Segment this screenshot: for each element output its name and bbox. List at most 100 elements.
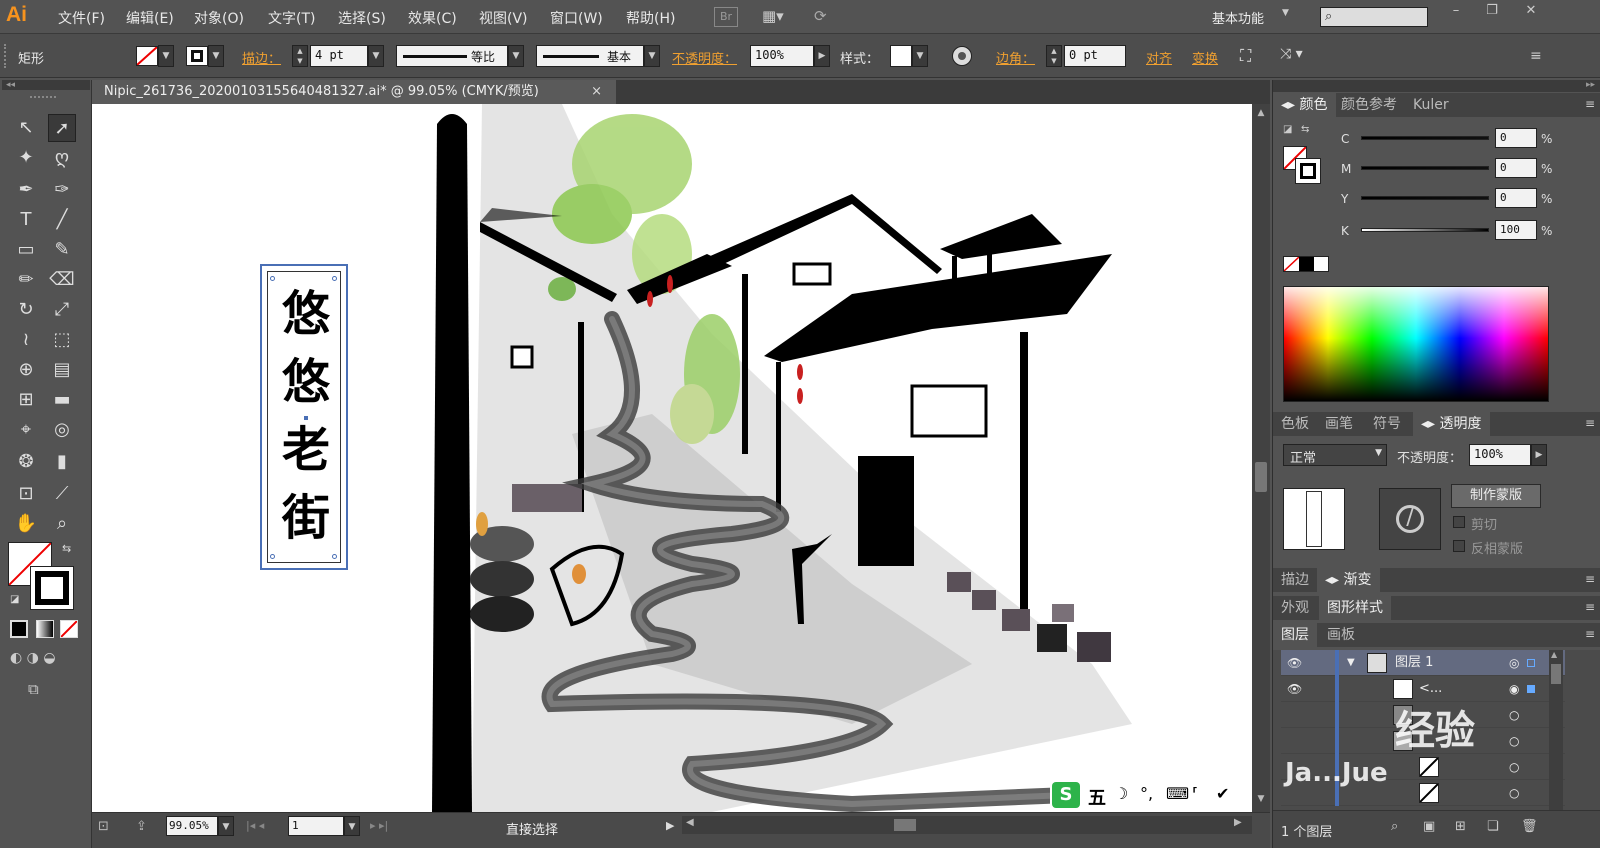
stroke-dropdown[interactable]: ▼ bbox=[208, 45, 224, 67]
appearance-menu-icon[interactable]: ≡ bbox=[1585, 600, 1595, 614]
help-search-input[interactable]: ⌕ bbox=[1320, 7, 1428, 27]
layer-row[interactable]: ○ bbox=[1281, 780, 1565, 806]
ime-keyboard-icon[interactable]: ⌨ bbox=[1166, 784, 1189, 803]
tab-brushes[interactable]: 画笔 bbox=[1317, 412, 1361, 436]
channel-m-slider[interactable] bbox=[1361, 166, 1489, 170]
layers-menu-icon[interactable]: ≡ bbox=[1585, 627, 1595, 641]
transparency-opacity-dropdown[interactable]: ▶ bbox=[1531, 444, 1547, 466]
status-menu-icon[interactable]: ▶ bbox=[666, 819, 674, 832]
layer-name[interactable]: 图层 1 bbox=[1395, 650, 1433, 676]
stroke-indicator[interactable] bbox=[30, 566, 74, 610]
horizontal-scrollbar[interactable]: ◀ ▶ bbox=[682, 816, 1252, 834]
screen-mode-icon[interactable]: ⧉ bbox=[28, 680, 56, 700]
stroke-weight-field[interactable]: 4 pt bbox=[310, 45, 368, 67]
clipping-mask-icon[interactable]: ▣ bbox=[1423, 819, 1435, 834]
menu-effect[interactable]: 效果(C) bbox=[408, 8, 457, 28]
opacity-label[interactable]: 不透明度： bbox=[672, 48, 737, 67]
channel-y-slider[interactable] bbox=[1361, 196, 1489, 200]
fill-dropdown[interactable]: ▼ bbox=[158, 45, 174, 67]
selection-indicator[interactable] bbox=[1527, 685, 1535, 693]
close-tab-icon[interactable]: × bbox=[591, 80, 602, 104]
selected-title-frame[interactable]: 悠 悠 老 街 bbox=[260, 264, 348, 570]
stroke-weight-dropdown[interactable]: ▼ bbox=[368, 45, 384, 67]
close-window-button[interactable]: ✕ bbox=[1514, 3, 1548, 23]
opacity-field[interactable]: 100% bbox=[750, 45, 814, 67]
blend-mode-select[interactable]: 正常 ▼ bbox=[1283, 444, 1387, 466]
color-stroke-swatch[interactable] bbox=[1295, 158, 1321, 184]
default-colors-icon[interactable]: ◪ bbox=[1283, 124, 1297, 138]
minimize-button[interactable]: – bbox=[1442, 3, 1470, 23]
arrange-documents-icon[interactable]: ▦▾ bbox=[762, 7, 796, 27]
eye-icon[interactable]: 👁 bbox=[1287, 650, 1302, 676]
mesh-tool-icon[interactable]: ⊞ bbox=[12, 386, 40, 414]
tab-layers[interactable]: 图层 bbox=[1273, 623, 1317, 647]
brush-dropdown[interactable]: ▼ bbox=[644, 45, 660, 67]
ime-punct-icon[interactable]: °, bbox=[1140, 784, 1153, 803]
color-mode-button[interactable] bbox=[10, 620, 28, 638]
tools-grip[interactable] bbox=[30, 96, 56, 100]
corner-stepper[interactable]: ▲ ▼ bbox=[1046, 45, 1062, 67]
fill-swatch[interactable] bbox=[136, 46, 158, 66]
layer-name[interactable]: <... bbox=[1419, 676, 1442, 702]
artboard-tool-icon[interactable]: ⊡ bbox=[12, 480, 40, 508]
menu-help[interactable]: 帮助(H) bbox=[626, 8, 675, 28]
bridge-button[interactable]: Br bbox=[714, 7, 738, 27]
menu-edit[interactable]: 编辑(E) bbox=[126, 8, 174, 28]
gpu-icon[interactable]: ⊡ bbox=[98, 819, 128, 837]
workspace-dropdown-icon[interactable]: ▼ bbox=[1282, 8, 1289, 18]
target-icon[interactable]: ◎ bbox=[1509, 650, 1519, 676]
layer-row[interactable]: ○ bbox=[1281, 702, 1565, 728]
layer-row[interactable]: ○ bbox=[1281, 728, 1565, 754]
zoom-dropdown[interactable]: ▼ bbox=[218, 816, 234, 836]
h-scroll-thumb[interactable] bbox=[894, 819, 916, 831]
zoom-field[interactable]: 99.05% bbox=[166, 816, 218, 836]
blend-tool-icon[interactable]: ◎ bbox=[48, 416, 76, 444]
channel-c-slider[interactable] bbox=[1361, 136, 1489, 140]
tab-artboards[interactable]: 画板 bbox=[1319, 623, 1363, 647]
artboard-canvas[interactable]: 悠 悠 老 街 S 五 ☽ °, ⌨ ⸢ ✔ bbox=[92, 104, 1252, 812]
width-tool-icon[interactable]: ≀ bbox=[12, 326, 40, 354]
first-artboard-icon[interactable]: |◂ ◂ bbox=[246, 819, 264, 832]
default-fill-stroke-icon[interactable]: ◪ bbox=[10, 594, 22, 606]
align-link[interactable]: 对齐 bbox=[1146, 48, 1172, 67]
mask-thumbnail[interactable]: ∕ bbox=[1379, 488, 1441, 550]
gradient-tool-icon[interactable]: ▬ bbox=[48, 386, 76, 414]
line-tool-icon[interactable]: ╱ bbox=[48, 206, 76, 234]
target-icon[interactable]: ○ bbox=[1509, 754, 1519, 780]
corner-label[interactable]: 边角： bbox=[996, 48, 1035, 67]
scroll-right-icon[interactable]: ▶ bbox=[1234, 817, 1242, 828]
selection-indicator[interactable] bbox=[1527, 659, 1535, 667]
menu-window[interactable]: 窗口(W) bbox=[550, 8, 603, 28]
rectangle-tool-icon[interactable]: ▭ bbox=[12, 236, 40, 264]
channel-c-field[interactable]: 0 bbox=[1495, 128, 1537, 148]
swap-colors-icon[interactable]: ⇆ bbox=[1301, 124, 1315, 138]
target-icon[interactable]: ◉ bbox=[1509, 676, 1519, 702]
corner-widget[interactable] bbox=[270, 554, 275, 559]
transparency-menu-icon[interactable]: ≡ bbox=[1585, 416, 1595, 430]
menu-select[interactable]: 选择(S) bbox=[338, 8, 386, 28]
ime-mode-label[interactable]: 五 bbox=[1088, 784, 1106, 810]
tab-swatches[interactable]: 色板 bbox=[1273, 412, 1317, 436]
layer-row[interactable]: 👁 ▼ 图层 1 ◎ bbox=[1281, 650, 1565, 676]
share-icon[interactable]: ⇪ bbox=[136, 819, 154, 837]
corner-widget[interactable] bbox=[332, 554, 337, 559]
ime-logo[interactable]: S bbox=[1052, 782, 1080, 808]
current-tool-status[interactable]: 直接选择 bbox=[506, 819, 558, 838]
color-panel-menu-icon[interactable]: ≡ bbox=[1585, 97, 1595, 111]
channel-k-slider[interactable] bbox=[1361, 228, 1489, 232]
isolate-icon[interactable]: ⛶ bbox=[1240, 46, 1262, 66]
target-icon[interactable]: ○ bbox=[1509, 702, 1519, 728]
new-sublayer-icon[interactable]: ⊞ bbox=[1455, 819, 1466, 834]
menu-type[interactable]: 文字(T) bbox=[268, 8, 315, 28]
zoom-tool-icon[interactable]: ⌕ bbox=[48, 510, 76, 538]
graphic-style-swatch[interactable] bbox=[890, 45, 912, 67]
trash-icon[interactable]: 🗑 bbox=[1521, 819, 1538, 834]
workspace-switcher[interactable]: 基本功能 bbox=[1212, 8, 1264, 27]
layer-row[interactable]: 👁 <... ◉ bbox=[1281, 676, 1565, 702]
ime-skin-icon[interactable]: ⸢ bbox=[1192, 784, 1198, 803]
invert-mask-checkbox[interactable] bbox=[1453, 540, 1465, 552]
tab-gradient[interactable]: ◂▸ 渐变 bbox=[1317, 568, 1380, 592]
tab-graphic-styles[interactable]: 图形样式 bbox=[1319, 596, 1391, 620]
slice-tool-icon[interactable]: ⟋ bbox=[48, 480, 76, 508]
layers-scrollbar[interactable]: ▲ bbox=[1549, 650, 1563, 810]
